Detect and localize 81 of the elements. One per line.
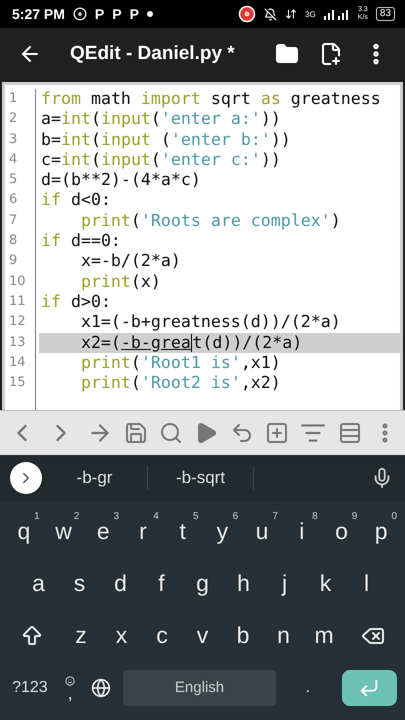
key-hint: 1 (34, 511, 40, 522)
code-line: print('Root2 is',x2) (80, 373, 282, 394)
code-line: from math import sqrt as greatness (40, 89, 382, 110)
suggestion-chip[interactable]: -b-sqrt (148, 462, 253, 494)
comma-key[interactable]: , (56, 662, 85, 714)
notification-icon: P (112, 6, 122, 22)
keyboard-key[interactable]: i 8 (282, 505, 322, 558)
bell-off-icon (264, 8, 278, 20)
keyboard-key[interactable]: z (60, 610, 102, 662)
smiley-icon (65, 676, 76, 686)
keyboard-key[interactable]: f (141, 557, 182, 610)
line-number: 12 (8, 313, 27, 332)
key-hint: 5 (192, 511, 199, 522)
suggestion-chip[interactable]: -b-gr (42, 462, 147, 494)
line-number: 4 (8, 150, 18, 169)
data-arrows-icon (285, 8, 298, 20)
keyboard-key[interactable]: v (182, 610, 223, 662)
keyboard-key[interactable]: s (59, 557, 100, 610)
line-number: 2 (8, 110, 18, 128)
notification-icon: P (130, 6, 139, 22)
key-hint: 3 (114, 511, 120, 522)
code-editor[interactable] (2, 82, 403, 410)
key-hint: 2 (74, 511, 80, 522)
line-number: 14 (8, 354, 27, 372)
code-line: d=(b**2)-(4*a*c) (40, 170, 202, 190)
key-hint: 0 (391, 511, 398, 522)
keyboard-key[interactable]: r 4 (123, 505, 163, 558)
key-hint: 7 (272, 511, 278, 522)
keyboard-key[interactable]: c (142, 610, 182, 662)
keyboard-key[interactable]: t 5 (162, 505, 203, 558)
code-line: x=-b/(2*a) (80, 251, 182, 272)
line-number: 15 (8, 374, 27, 392)
keyboard-key[interactable]: d (100, 557, 141, 610)
record-icon (238, 5, 256, 23)
period-key[interactable]: . (282, 662, 334, 714)
code-line: if d<0: (40, 190, 112, 211)
symbols-key[interactable]: ?123 (4, 662, 56, 714)
line-number: 5 (8, 171, 18, 190)
window-title: QEdit - Daniel.py * (70, 43, 236, 65)
key-hint: 4 (153, 511, 159, 522)
line-number: 3 (8, 130, 18, 149)
enter-key[interactable] (342, 670, 397, 706)
dot-icon (146, 11, 153, 17)
status-time: 5:27 PM (12, 6, 65, 22)
keyboard-key[interactable]: x (101, 610, 142, 662)
line-number: 8 (8, 232, 18, 250)
network-type: 3G (305, 10, 316, 18)
keyboard-key[interactable]: b (222, 610, 264, 662)
radio-icon (72, 7, 87, 21)
signal-icon (324, 8, 350, 20)
keyboard-key[interactable]: j (264, 557, 305, 610)
keyboard-key[interactable]: h (223, 557, 264, 610)
code-line: c=int(input('enter c:')) (40, 150, 282, 170)
line-number: 9 (8, 252, 18, 270)
key-hint: 6 (232, 511, 238, 522)
code-line: b=int(input ('enter b:')) (40, 130, 292, 150)
code-line: x1=(-b+greatness(d))/(2*a) (80, 312, 342, 333)
keyboard-key[interactable]: n (263, 610, 304, 662)
line-number: 13 (8, 334, 27, 352)
code-line: if d>0: (40, 292, 112, 312)
keyboard-key[interactable]: l (346, 557, 387, 610)
expand-toolbar-button[interactable] (10, 462, 42, 494)
line-number: 11 (8, 292, 27, 311)
space-key[interactable]: English (123, 670, 276, 706)
key-hint: 9 (352, 511, 358, 522)
battery-indicator: 83 (376, 7, 395, 21)
keyboard-key[interactable]: a (18, 557, 59, 610)
line-number: 10 (8, 272, 27, 291)
code-line: print('Roots are complex') (80, 210, 342, 232)
line-number: 6 (8, 191, 18, 210)
notification-icon: P (94, 6, 104, 22)
code-line: print('Root1 is',x1) (80, 352, 282, 374)
keyboard-key[interactable]: k (305, 557, 346, 610)
line-number: 1 (8, 90, 18, 108)
code-line: if d==0: (40, 231, 122, 252)
code-line: a=int(input('enter a:')) (40, 109, 282, 130)
keyboard-key[interactable]: m (304, 610, 344, 662)
line-number: 7 (8, 212, 18, 230)
keyboard-key[interactable]: g (182, 557, 223, 610)
code-line: print(x) (80, 272, 162, 292)
key-hint: 8 (312, 511, 318, 522)
